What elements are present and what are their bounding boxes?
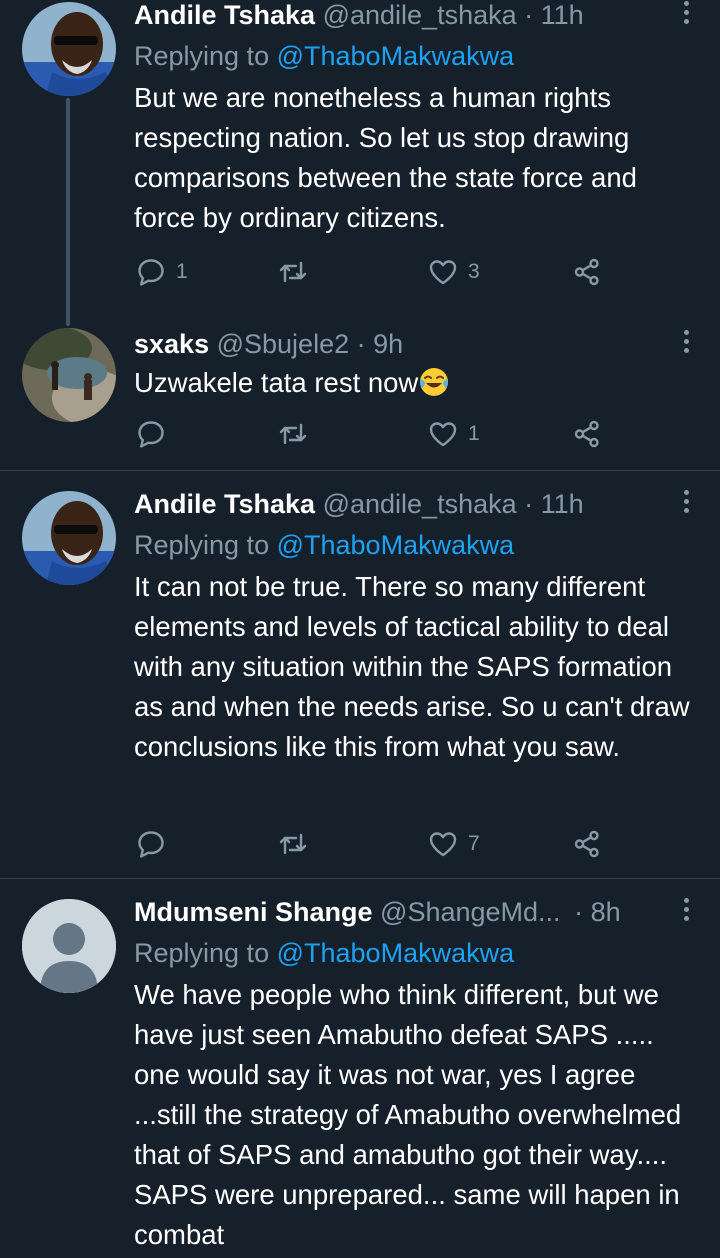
like-count: 7	[468, 832, 480, 855]
avatar[interactable]	[22, 2, 116, 96]
timestamp[interactable]: 8h	[591, 897, 621, 927]
more-vertical-icon[interactable]	[682, 0, 690, 28]
tweet-header: Mdumseni Shange @ShangeMd... · 8h	[134, 897, 700, 927]
more-vertical-icon[interactable]	[682, 327, 690, 357]
replying-to: Replying to @ThaboMakwakwa	[134, 937, 700, 969]
timestamp[interactable]: 9h	[373, 329, 403, 359]
tweet-text: It can not be true. There so many differ…	[134, 571, 690, 762]
mention-link[interactable]: @ThaboMakwakwa	[277, 530, 515, 560]
replying-to: Replying to @ThaboMakwakwa	[134, 40, 700, 72]
share-button[interactable]	[572, 418, 602, 450]
more-vertical-icon[interactable]	[682, 487, 690, 517]
tweet[interactable]: Andile Tshaka @andile_tshaka · 11h Reply…	[0, 471, 720, 878]
separator: ·	[574, 897, 584, 927]
heart-icon	[429, 260, 457, 285]
replying-to-label: Replying to	[134, 41, 270, 71]
tweet-actions: 1	[134, 418, 604, 450]
like-button[interactable]: 3	[428, 256, 480, 288]
timestamp[interactable]: 11h	[541, 0, 584, 30]
avatar[interactable]	[22, 491, 116, 585]
replying-to-label: Replying to	[134, 938, 270, 968]
timestamp[interactable]: 11h	[541, 489, 584, 519]
share-icon	[574, 830, 599, 858]
tweet-header: Andile Tshaka @andile_tshaka · 11h	[134, 0, 700, 30]
tweet-text-content: Uzwakele tata rest now	[134, 367, 419, 398]
tweet[interactable]: sxaks @Sbujele2 · 9h Uzwakele tata rest …	[0, 326, 720, 470]
display-name[interactable]: Andile Tshaka	[134, 489, 315, 519]
tweet-header: sxaks @Sbujele2 · 9h	[134, 329, 700, 359]
tweet-actions: 1 3	[134, 256, 604, 288]
retweet-button[interactable]	[278, 828, 308, 860]
avatar[interactable]	[22, 899, 116, 993]
speech-bubble-icon	[138, 421, 164, 448]
heart-icon	[429, 832, 457, 857]
default-profile-icon	[22, 899, 116, 993]
share-button[interactable]	[572, 256, 602, 288]
retweet-icon	[279, 261, 307, 283]
like-button[interactable]: 7	[428, 828, 480, 860]
tweet[interactable]: Mdumseni Shange @ShangeMd... · 8h Replyi…	[0, 879, 720, 1258]
separator: ·	[524, 0, 534, 30]
like-count: 3	[468, 260, 480, 283]
display-name[interactable]: sxaks	[134, 329, 209, 359]
user-handle[interactable]: @andile_tshaka	[323, 0, 517, 30]
share-icon	[574, 420, 599, 448]
face-with-tears-of-joy-icon	[420, 368, 449, 396]
like-count: 1	[468, 422, 480, 445]
avatar[interactable]	[22, 328, 116, 422]
retweet-button[interactable]	[278, 418, 308, 450]
separator: ·	[524, 489, 534, 519]
more-vertical-icon[interactable]	[682, 895, 690, 925]
reply-button[interactable]: 1	[136, 256, 188, 288]
like-button[interactable]: 1	[428, 418, 480, 450]
speech-bubble-icon	[138, 831, 164, 858]
tweet[interactable]: Andile Tshaka @andile_tshaka · 11h Reply…	[0, 0, 720, 326]
user-handle[interactable]: @Sbujele2	[217, 329, 350, 359]
mention-link[interactable]: @ThaboMakwakwa	[277, 938, 515, 968]
user-handle[interactable]: @ShangeMd...	[380, 897, 561, 927]
share-button[interactable]	[572, 828, 602, 860]
tweet-header: Andile Tshaka @andile_tshaka · 11h	[134, 489, 700, 519]
tweet-text: We have people who think different, but …	[134, 979, 682, 1250]
reply-button[interactable]	[136, 418, 166, 450]
mention-link[interactable]: @ThaboMakwakwa	[277, 41, 515, 71]
display-name[interactable]: Andile Tshaka	[134, 0, 315, 30]
reply-count: 1	[176, 260, 188, 283]
separator: ·	[356, 329, 366, 359]
speech-bubble-icon	[138, 259, 164, 286]
heart-icon	[429, 422, 457, 447]
replying-to-label: Replying to	[134, 530, 270, 560]
reply-button[interactable]	[136, 828, 166, 860]
replying-to: Replying to @ThaboMakwakwa	[134, 529, 700, 561]
share-icon	[574, 258, 599, 286]
retweet-icon	[279, 833, 307, 855]
retweet-button[interactable]	[278, 256, 308, 288]
tweet-text: But we are nonetheless a human rights re…	[134, 82, 637, 233]
tweet-text: Uzwakele tata rest now	[134, 363, 700, 403]
display-name[interactable]: Mdumseni Shange	[134, 897, 373, 927]
tweet-actions: 7	[134, 828, 604, 860]
retweet-icon	[279, 423, 307, 445]
user-handle[interactable]: @andile_tshaka	[323, 489, 517, 519]
